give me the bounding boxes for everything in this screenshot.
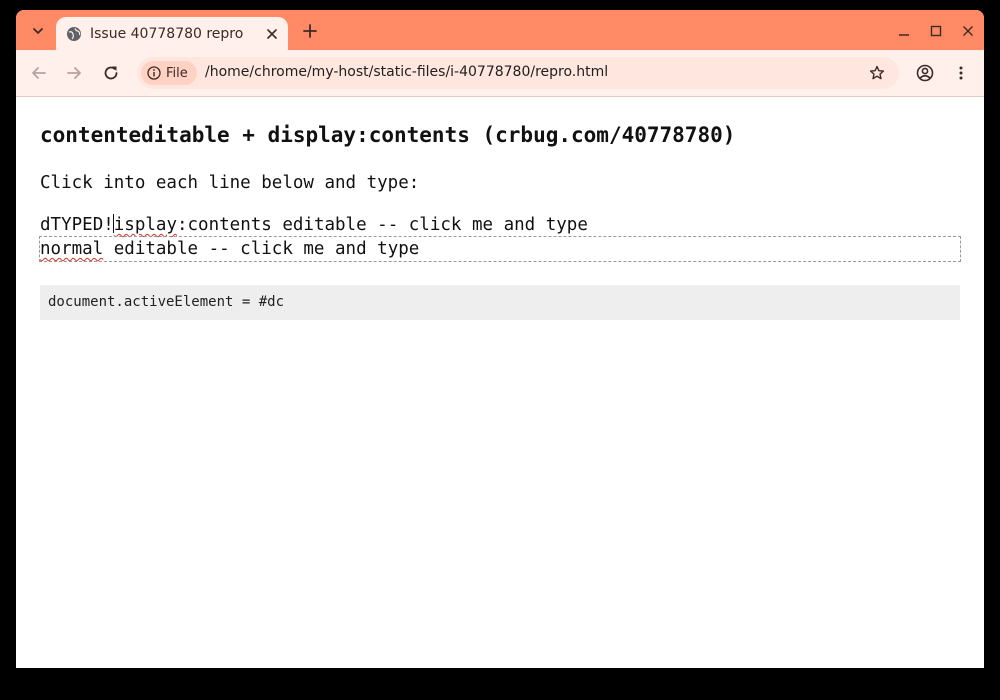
tab-title: Issue 40778780 repro (90, 25, 244, 42)
window-close-button[interactable] (954, 18, 982, 44)
line1-rest: :contents editable -- click me and type (176, 215, 588, 235)
display-contents-editable[interactable]: dTYPED!isplay:contents editable -- click… (40, 214, 588, 238)
profile-button[interactable] (911, 59, 939, 87)
line1-first-char: d (40, 215, 51, 235)
minimize-button[interactable] (890, 18, 918, 44)
account-icon (916, 64, 934, 82)
reload-icon (104, 66, 118, 80)
tab-search-button[interactable] (24, 18, 52, 44)
reload-button[interactable] (97, 59, 125, 87)
normal-editable[interactable]: normal editable -- click me and type (39, 236, 961, 262)
globe-icon (66, 26, 82, 42)
toolbar: File /home/chrome/my-host/static-files/i… (16, 50, 984, 97)
info-icon (147, 66, 161, 80)
line2-rest: editable -- click me and type (103, 239, 420, 259)
new-tab-button[interactable] (296, 18, 324, 44)
arrow-right-icon (67, 67, 81, 79)
address-bar[interactable]: File /home/chrome/my-host/static-files/i… (137, 57, 899, 89)
arrow-left-icon (32, 67, 46, 79)
intro-text: Click into each line below and type: (40, 173, 420, 193)
forward-button[interactable] (60, 59, 88, 87)
tab-strip: Issue 40778780 repro (16, 10, 984, 50)
bookmark-star-button[interactable] (867, 63, 887, 83)
site-chip-label: File (166, 65, 188, 81)
maximize-icon (930, 25, 942, 37)
close-icon (267, 28, 277, 39)
line1-misspelled-word: isplay (113, 215, 177, 235)
star-icon (869, 65, 885, 80)
tab-close-button[interactable] (262, 24, 282, 44)
close-icon (963, 26, 973, 36)
minimize-icon (899, 34, 909, 36)
back-button[interactable] (25, 59, 53, 87)
chevron-down-icon (33, 28, 43, 34)
line1-typed-text: TYPED! (50, 215, 114, 235)
line2-first-word: normal (40, 239, 104, 259)
url-text[interactable]: /home/chrome/my-host/static-files/i-4077… (205, 64, 608, 80)
browser-window: Issue 40778780 repro File /home/chrome/m… (16, 10, 984, 668)
menu-button[interactable] (947, 59, 975, 87)
more-vert-icon (959, 66, 963, 80)
active-element-status: document.activeElement = #dc (40, 285, 960, 320)
site-info-chip[interactable]: File (141, 61, 197, 85)
page-content: contenteditable + display:contents (crbu… (16, 97, 984, 668)
page-heading: contenteditable + display:contents (crbu… (40, 123, 736, 147)
plus-icon (303, 24, 317, 38)
tab-active[interactable]: Issue 40778780 repro (56, 17, 288, 50)
maximize-button[interactable] (922, 18, 950, 44)
